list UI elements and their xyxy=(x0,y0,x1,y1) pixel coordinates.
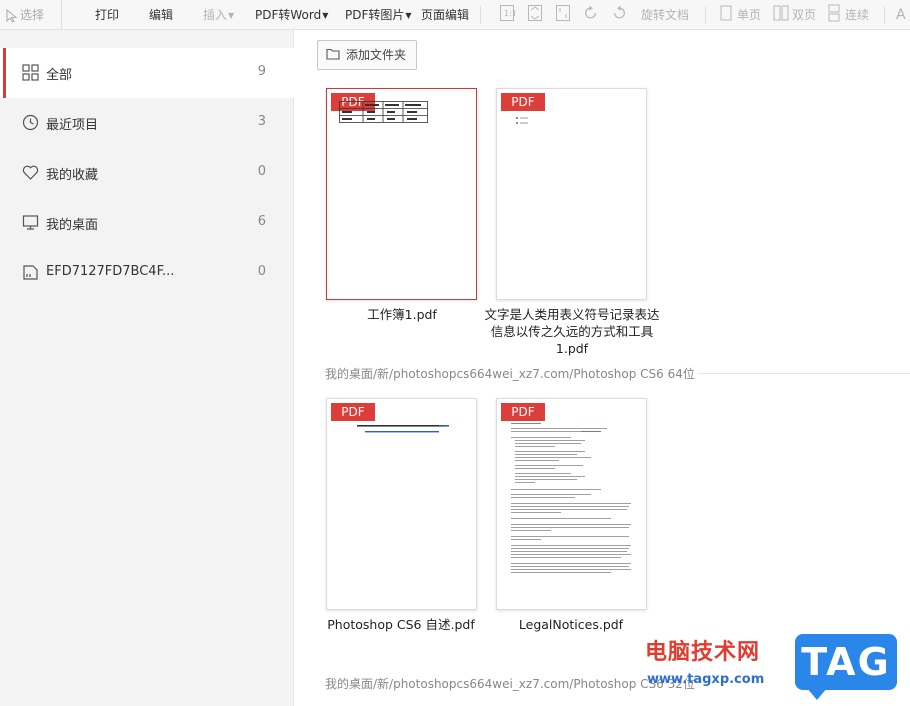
pdf-badge: PDF xyxy=(331,403,375,421)
fit-page-icon[interactable]: 1:1 xyxy=(499,4,515,22)
heart-icon xyxy=(22,165,39,180)
grid-icon xyxy=(22,64,39,81)
monitor-icon xyxy=(22,215,39,230)
sidebar-item-all[interactable]: 全部 9 xyxy=(0,48,294,98)
add-folder-button[interactable]: 添加文件夹 xyxy=(317,40,417,70)
sidebar-item-recent[interactable]: 最近项目 3 xyxy=(0,98,294,148)
insert-menu[interactable]: 插入▼ xyxy=(203,0,234,30)
actual-size-icon[interactable] xyxy=(555,4,571,22)
sidebar-item-count: 0 xyxy=(257,164,266,179)
sidebar-item-count: 9 xyxy=(257,64,266,79)
single-page-button[interactable]: 单页 xyxy=(737,0,761,30)
clock-icon xyxy=(22,114,39,131)
rotate-document-button[interactable]: 旋转文档 xyxy=(641,0,689,30)
caret-down-icon: ▼ xyxy=(405,10,412,20)
caret-down-icon: ▼ xyxy=(228,10,235,20)
sidebar: 全部 9 最近项目 3 我的收藏 0 我的桌面 6 EFD7127FD7BC4F… xyxy=(0,30,294,706)
document-name: 工作簿1.pdf xyxy=(367,307,437,322)
edit-button[interactable]: 编辑 xyxy=(149,0,173,30)
svg-text:1:1: 1:1 xyxy=(504,9,515,18)
pdf-to-word-label: PDF转Word xyxy=(255,8,322,22)
watermark-title: 电脑技术网 xyxy=(645,640,761,665)
print-button[interactable]: 打印 xyxy=(95,0,119,30)
sidebar-item-count: 6 xyxy=(257,214,266,229)
site-watermark: 电脑技术网 www.tagxp.com TAG xyxy=(645,630,910,706)
text-preview-icon xyxy=(516,117,528,124)
file-browser: 添加文件夹 PDF 工作簿1.pdf PDF 文字是人类用表义符号记录表达信息以… xyxy=(295,30,910,706)
pdf-badge: PDF xyxy=(501,93,545,111)
sidebar-item-label: EFD7127FD7BC4F... xyxy=(46,264,175,279)
more-tools-button[interactable]: A xyxy=(896,0,906,30)
insert-label: 插入 xyxy=(203,8,228,22)
pdf-to-image-menu[interactable]: PDF转图片▼ xyxy=(345,0,412,30)
pdf-badge: PDF xyxy=(501,403,545,421)
sidebar-item-drive[interactable]: EFD7127FD7BC4F... 0 xyxy=(0,248,294,298)
sidebar-item-count: 3 xyxy=(257,114,266,129)
sidebar-item-label: 最近项目 xyxy=(46,118,99,133)
cursor-arrow-icon xyxy=(6,8,18,23)
fit-width-icon[interactable] xyxy=(527,4,543,22)
document-name: LegalNotices.pdf xyxy=(518,617,624,632)
continuous-icon xyxy=(828,4,840,22)
double-page-icon xyxy=(773,5,789,21)
toolbar-divider xyxy=(884,6,885,24)
rotate-left-icon[interactable] xyxy=(583,4,599,22)
page-edit-button[interactable]: 页面编辑 xyxy=(421,0,469,30)
document-name: Photoshop CS6 自述.pdf xyxy=(327,617,475,632)
sidebar-item-desktop[interactable]: 我的桌面 6 xyxy=(0,198,294,248)
caret-down-icon: ▼ xyxy=(322,10,329,20)
watermark-url: www.tagxp.com xyxy=(647,672,765,687)
folder-path-label: 我的桌面/新/photoshopcs664wei_xz7.com/Photosh… xyxy=(325,367,695,381)
continuous-button[interactable]: 连续 xyxy=(845,0,869,30)
document-name: 文字是人类用表义符号记录表达信息以传之久远的方式和工具 1.pdf xyxy=(484,307,660,356)
double-page-button[interactable]: 双页 xyxy=(792,0,816,30)
pdf-to-word-menu[interactable]: PDF转Word▼ xyxy=(255,0,328,30)
document-thumbnail[interactable]: PDF xyxy=(496,398,647,610)
drive-icon xyxy=(23,265,38,280)
sidebar-item-label: 我的收藏 xyxy=(46,168,99,183)
sidebar-item-label: 全部 xyxy=(46,68,73,83)
sidebar-item-favorites[interactable]: 我的收藏 0 xyxy=(0,148,294,198)
readme-preview-icon xyxy=(357,425,449,433)
folder-path-label: 我的桌面/新/photoshopcs664wei_xz7.com/Photosh… xyxy=(325,677,695,691)
spreadsheet-preview-icon xyxy=(339,101,428,123)
folder-icon xyxy=(326,48,340,60)
rotate-right-icon[interactable] xyxy=(611,4,627,22)
section-divider xyxy=(698,373,910,374)
sidebar-item-label: 我的桌面 xyxy=(46,218,99,233)
legal-text-preview-icon xyxy=(511,423,631,573)
watermark-tag-logo: TAG xyxy=(795,634,897,700)
single-page-icon xyxy=(720,5,732,21)
add-folder-label: 添加文件夹 xyxy=(346,48,407,62)
sidebar-item-count: 0 xyxy=(257,264,266,279)
select-tool[interactable]: 选择 xyxy=(0,0,62,30)
select-label: 选择 xyxy=(20,8,45,22)
document-thumbnail[interactable]: PDF xyxy=(326,88,477,300)
toolbar-divider xyxy=(480,6,481,24)
pdf-to-image-label: PDF转图片 xyxy=(345,8,405,22)
toolbar-divider xyxy=(705,6,706,24)
document-thumbnail[interactable]: PDF xyxy=(326,398,477,610)
toolbar: 选择 打印 编辑 插入▼ PDF转Word▼ PDF转图片▼ 页面编辑 1:1 … xyxy=(0,0,910,30)
document-thumbnail[interactable]: PDF xyxy=(496,88,647,300)
